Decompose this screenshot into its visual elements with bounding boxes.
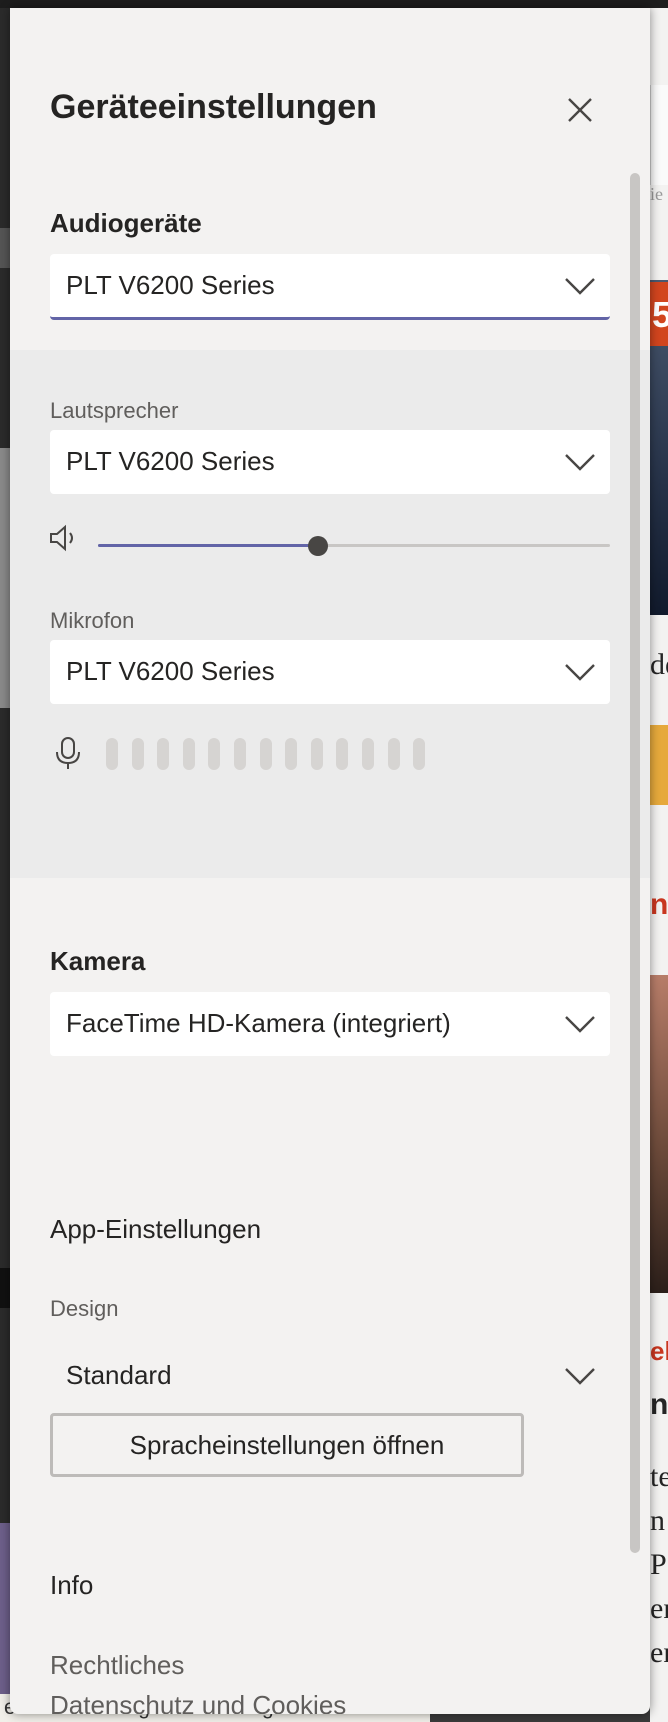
panel-title: Geräteeinstellungen — [50, 88, 377, 126]
mic-level-bar — [208, 738, 221, 770]
mic-level-bar — [310, 738, 323, 770]
bg-text-fragment: el — [650, 1336, 668, 1366]
mic-level-bar — [182, 738, 195, 770]
bg-text-fragment: ni — [650, 1388, 668, 1421]
volume-fill — [98, 544, 319, 547]
bg-text-fragment: te — [650, 1460, 668, 1493]
audio-device-dropdown[interactable]: PLT V6200 Series — [50, 254, 610, 320]
design-label: Design — [50, 1296, 119, 1321]
volume-thumb[interactable] — [308, 536, 329, 556]
mic-level-bar — [259, 738, 272, 770]
mic-level-bar — [387, 738, 400, 770]
info-heading: Info — [50, 1570, 94, 1600]
audio-device-value: PLT V6200 Series — [66, 270, 275, 300]
bg-text-fragment: er — [650, 1592, 668, 1625]
close-icon — [568, 98, 592, 122]
microphone-label: Mikrofon — [50, 608, 135, 633]
mic-level-bar — [413, 738, 426, 770]
legal-link[interactable]: Rechtliches — [50, 1650, 184, 1681]
chevron-down-icon — [565, 1368, 595, 1385]
bg-article-image — [650, 975, 668, 1293]
scrollbar-thumb[interactable] — [630, 173, 640, 1553]
bg-text-fragment: er — [650, 1636, 668, 1669]
bg-text-fragment: 5 — [652, 294, 668, 335]
background-left-strip — [0, 8, 10, 1722]
bg-text-fragment: P — [650, 1548, 667, 1581]
chevron-down-icon — [565, 1016, 595, 1033]
bg-text-fragment: de — [650, 648, 668, 681]
microphone-icon — [56, 737, 80, 769]
bg-search-box — [650, 85, 668, 185]
app-settings-heading: App-Einstellungen — [50, 1214, 262, 1244]
close-button[interactable] — [562, 92, 598, 128]
microphone-dropdown[interactable]: PLT V6200 Series — [50, 640, 610, 704]
speaker-icon — [50, 524, 73, 552]
camera-heading: Kamera — [50, 946, 146, 976]
design-dropdown[interactable]: Standard — [50, 1344, 610, 1408]
chevron-down-icon — [565, 278, 595, 295]
mic-level-bar — [106, 738, 118, 770]
background-content: LV ie de ng el ni te n P er er — [650, 8, 668, 1722]
screen: LV ie de ng el ni te n P er er 5 e Veran… — [0, 0, 668, 1722]
speaker-value: PLT V6200 Series — [66, 446, 275, 476]
volume-slider[interactable] — [98, 536, 610, 556]
mic-level-bar — [362, 738, 374, 770]
speaker-label: Lautsprecher — [50, 398, 179, 423]
bg-text-fragment: ng — [650, 888, 668, 921]
camera-value: FaceTime HD-Kamera (integriert) — [66, 1008, 451, 1038]
bg-banner — [650, 725, 668, 805]
audio-device-group: Lautsprecher PLT V6200 Series Mikrofon P… — [10, 350, 650, 878]
panel-scrollbar[interactable] — [630, 173, 642, 1553]
mic-level-bar — [157, 738, 170, 770]
window-top-bar — [0, 0, 668, 8]
bg-text-fragment: n — [650, 1504, 665, 1537]
speaker-dropdown[interactable]: PLT V6200 Series — [50, 430, 610, 494]
device-settings-panel: Geräteeinstellungen Audiogeräte PLT V620… — [10, 8, 650, 1714]
bg-badge: 5 — [650, 282, 668, 346]
chevron-down-icon — [565, 664, 595, 681]
bg-text-fragment: ie — [650, 184, 663, 204]
camera-dropdown[interactable]: FaceTime HD-Kamera (integriert) — [50, 992, 610, 1056]
mic-level-bar — [131, 738, 144, 770]
privacy-cookies-link[interactable]: Datenschutz und Cookies — [50, 1690, 346, 1714]
audio-devices-heading: Audiogeräte — [50, 208, 202, 238]
microphone-value: PLT V6200 Series — [66, 656, 275, 686]
mic-level-bar — [336, 738, 349, 770]
design-value: Standard — [66, 1360, 172, 1390]
mic-level-bar — [285, 738, 298, 770]
mic-level-bar — [234, 738, 246, 770]
chevron-down-icon — [565, 454, 595, 471]
language-settings-button[interactable]: Spracheinstellungen öffnen — [50, 1413, 524, 1477]
